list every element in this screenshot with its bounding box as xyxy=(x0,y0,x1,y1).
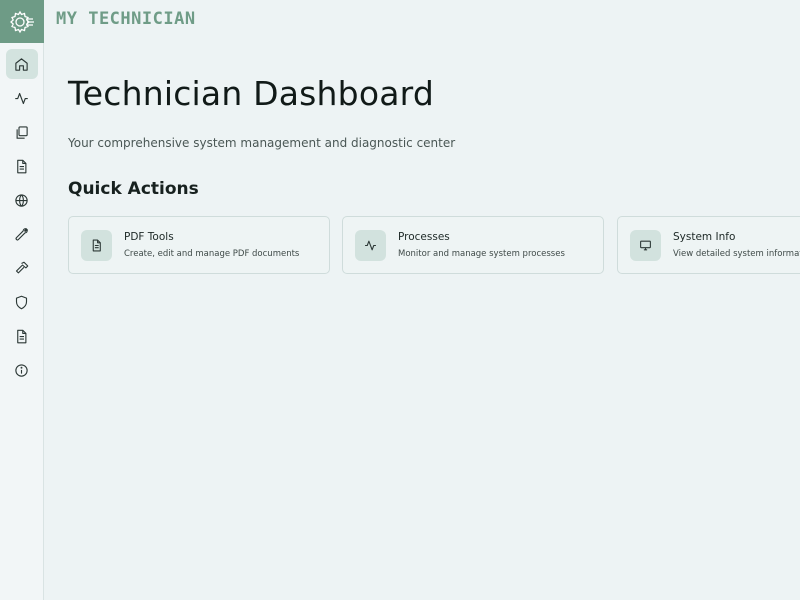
home-icon xyxy=(15,57,28,71)
sidebar xyxy=(0,0,44,600)
document-icon xyxy=(92,239,101,251)
info-icon xyxy=(15,363,28,377)
sidebar-item-repair[interactable] xyxy=(6,253,38,283)
card-description: Create, edit and manage PDF documents xyxy=(124,249,300,259)
card-pdf-tools[interactable]: PDF Tools Create, edit and manage PDF do… xyxy=(68,216,330,274)
card-description: Monitor and manage system processes xyxy=(398,249,565,259)
globe-icon xyxy=(15,193,28,207)
sidebar-item-activity[interactable] xyxy=(6,83,38,113)
activity-icon xyxy=(365,240,376,250)
sidebar-nav xyxy=(0,43,43,389)
copy-icon xyxy=(16,125,28,139)
wrench-icon xyxy=(15,227,28,240)
card-system-info[interactable]: System Info View detailed system informa… xyxy=(617,216,800,274)
card-description: View detailed system information xyxy=(673,249,800,259)
app-brand: MY TECHNICIAN xyxy=(56,9,196,29)
card-icon-system-info xyxy=(630,229,661,261)
card-icon-processes xyxy=(355,229,386,261)
card-title: Processes xyxy=(398,231,450,243)
file-text-icon xyxy=(17,329,27,343)
document-icon xyxy=(17,159,27,173)
activity-icon xyxy=(15,92,28,104)
sidebar-item-tools[interactable] xyxy=(6,219,38,249)
page-title: Technician Dashboard xyxy=(68,74,434,113)
sidebar-item-documents[interactable] xyxy=(6,151,38,181)
page-subtitle: Your comprehensive system management and… xyxy=(68,136,456,150)
card-title: PDF Tools xyxy=(124,231,174,243)
gear-circuit-icon xyxy=(10,10,34,33)
card-title: System Info xyxy=(673,231,736,243)
shield-icon xyxy=(15,295,28,309)
app-logo[interactable] xyxy=(0,0,44,43)
card-icon-pdf xyxy=(81,229,112,261)
sidebar-item-reports[interactable] xyxy=(6,321,38,351)
hammer-icon xyxy=(15,261,29,273)
sidebar-item-home[interactable] xyxy=(5,49,38,79)
sidebar-item-security[interactable] xyxy=(6,287,38,317)
quick-actions: PDF Tools Create, edit and manage PDF do… xyxy=(68,216,800,274)
sidebar-item-copy[interactable] xyxy=(6,117,38,147)
monitor-icon xyxy=(640,240,651,250)
quick-actions-heading: Quick Actions xyxy=(68,179,199,199)
sidebar-item-about[interactable] xyxy=(6,355,38,385)
card-processes[interactable]: Processes Monitor and manage system proc… xyxy=(342,216,604,274)
sidebar-item-network[interactable] xyxy=(6,185,38,215)
